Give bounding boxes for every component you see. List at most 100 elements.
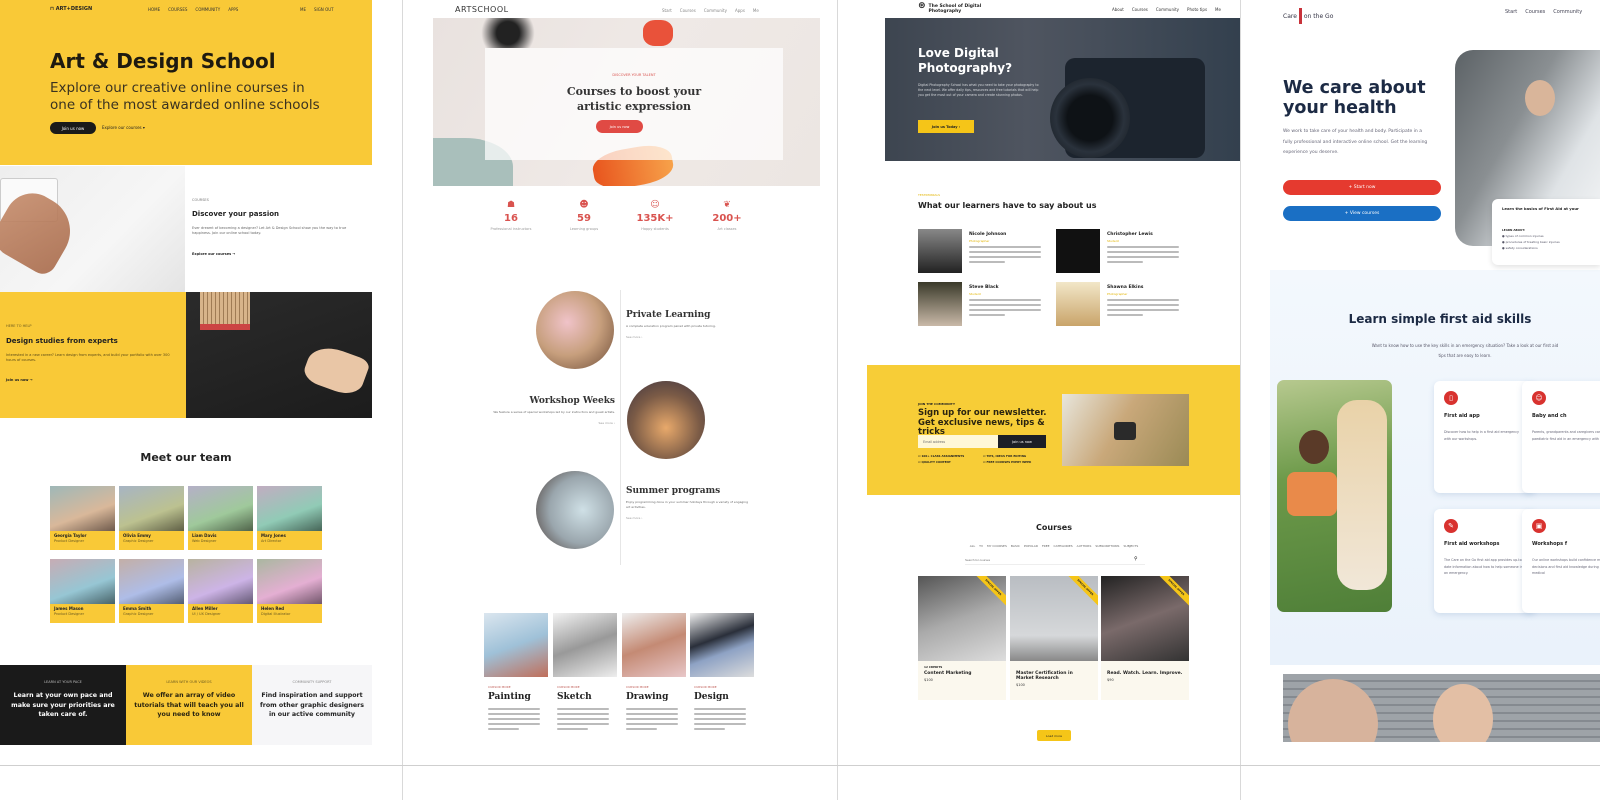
briefcase-icon: ▣ (1532, 519, 1546, 533)
filter-tab[interactable]: CATEGORIES (1054, 544, 1073, 548)
team-card[interactable]: Mary Jones Art Director (257, 486, 322, 550)
logo[interactable]: Care on the Go (1283, 8, 1333, 24)
join-button[interactable]: Join us now (596, 120, 643, 133)
stat-label: Professional instructors (490, 227, 532, 231)
first-aid-card[interactable]: ▯ First aid app Discover how to help in a … (1434, 381, 1536, 493)
timeline-line (620, 290, 621, 565)
course-title: Master Certification in Market Research (1016, 671, 1073, 681)
team-photo (188, 486, 253, 531)
see-more-link[interactable]: See more › (490, 421, 615, 425)
first-aid-card[interactable]: ☺ Baby and ch Parents, grandparents and ca… (1522, 381, 1600, 493)
team-card[interactable]: Allen Miller UI / UX Designer (188, 559, 253, 623)
course-title: Painting (488, 692, 531, 702)
nav-home[interactable]: HOME (148, 7, 160, 12)
explore-courses-link[interactable]: Explore our courses ▾ (102, 125, 145, 130)
feature-text: Find inspiration and support from other … (259, 692, 365, 718)
course-card[interactable]: SPECIAL OFFER Read. Watch. Learn. Improve… (1101, 576, 1189, 700)
testimonials-title: What our learners have to say about us (918, 201, 1097, 210)
group-icon: ☻ (579, 200, 589, 210)
filter-tab[interactable]: SUBJECTS (1123, 544, 1138, 548)
hero-title: Art & Design School (50, 49, 276, 73)
newsletter-eyebrow: JOIN THE COMMUNITY (918, 402, 955, 406)
join-newsletter-button[interactable]: Join us now (998, 435, 1046, 448)
nav-start[interactable]: Start (1505, 9, 1517, 15)
nav-courses[interactable]: Courses (1132, 7, 1148, 12)
nav-courses[interactable]: Courses (680, 8, 696, 13)
team-card[interactable]: Emma Smith Graphic Designer (119, 559, 184, 623)
team-name: Allen Miller (192, 606, 218, 611)
see-more-link[interactable]: See more › (626, 335, 751, 339)
nav-courses[interactable]: COURSES (168, 7, 187, 12)
feature-eyebrow: LEARN WITH OUR VIDEOS (166, 680, 212, 684)
nav-community[interactable]: COMMUNITY (195, 7, 220, 12)
nav-sign-out[interactable]: SIGN OUT (314, 7, 334, 12)
first-aid-card[interactable]: ▣ Workshops f Our online workshops build c… (1522, 509, 1600, 613)
baby-icon: ☺ (1532, 391, 1546, 405)
explore-link[interactable]: Explore our courses → (192, 252, 235, 256)
feature-text: We offer an array of video tutorials tha… (134, 692, 244, 718)
filter-tab[interactable]: SUBSCRIPTIONS (1095, 544, 1119, 548)
team-card[interactable]: James Mason Product Designer (50, 559, 115, 623)
pencils (200, 292, 250, 330)
nav-community[interactable]: Community (704, 8, 727, 13)
view-courses-button[interactable]: + View courses (1283, 206, 1441, 221)
see-more-link[interactable]: See more › (626, 516, 751, 520)
course-card[interactable]: CURSOR MORE Sketch (553, 613, 617, 736)
join-today-button[interactable]: Join us Today › (918, 120, 974, 133)
course-card[interactable]: SPECIAL OFFER Master Certification in Mar… (1010, 576, 1098, 700)
filter-tab[interactable]: POPULAR (1024, 544, 1038, 548)
nav-apps[interactable]: APPS (228, 7, 238, 12)
nav-community[interactable]: Community (1553, 9, 1582, 15)
nav-start[interactable]: Start (662, 8, 672, 13)
paint-splash (643, 20, 673, 46)
people-photo (1283, 674, 1600, 742)
nav-me[interactable]: Me (1215, 7, 1221, 12)
logo[interactable]: ARTSCHOOL (455, 5, 509, 14)
team-card[interactable]: Liam Davis Web Designer (188, 486, 253, 550)
start-now-button[interactable]: + Start now (1283, 180, 1441, 195)
team-role: Graphic Designer (123, 539, 154, 543)
team-card[interactable]: Olivia Emmy Graphic Designer (119, 486, 184, 550)
first-aid-card[interactable]: ✎ First aid workshops The Care on the Go f… (1434, 509, 1536, 613)
course-card[interactable]: CURSOR MORE Painting (484, 613, 548, 736)
hero-title: Love Digital Photography? (918, 46, 1013, 75)
feature-block: LEARN WITH OUR VIDEOS We offer an array o… (132, 680, 246, 720)
ink-splash (473, 18, 543, 48)
nav-community[interactable]: Community (1156, 7, 1179, 12)
team-card[interactable]: Helen Red Digital Illustrator (257, 559, 322, 623)
team-name: James Mason (54, 606, 84, 611)
filter-tab[interactable]: FREE (1042, 544, 1050, 548)
course-image (690, 613, 754, 677)
nav-me[interactable]: ME (300, 7, 306, 12)
logo[interactable]: ⊓ ART+DESIGN (50, 6, 92, 12)
course-card[interactable]: CURSOR MORE Design (690, 613, 754, 736)
course-image: SPECIAL OFFER (918, 576, 1006, 661)
nav-apps[interactable]: Apps (735, 8, 745, 13)
child-shirt (1287, 472, 1337, 516)
course-card[interactable]: CURSOR MORE Drawing (622, 613, 686, 736)
divider (1240, 0, 1241, 800)
email-input[interactable] (918, 435, 998, 448)
filter-tab[interactable]: AUTHORS (1077, 544, 1092, 548)
filter-tab[interactable]: BASIC (1011, 544, 1020, 548)
course-card[interactable]: SPECIAL OFFER 12 CREDITS Content Marketing… (918, 576, 1006, 700)
info-card-label: LEARN ABOUT: (1502, 228, 1526, 232)
load-more-button[interactable]: Load more (1037, 730, 1071, 741)
program: Private Learning A complete education pro… (626, 310, 751, 339)
filter-tab[interactable]: ALL (970, 544, 975, 548)
join-button[interactable]: Join us now (50, 122, 96, 134)
team-role: Graphic Designer (123, 612, 154, 616)
keyboard-photo (0, 166, 185, 292)
filter-tab[interactable]: TV (979, 544, 983, 548)
course-search-input[interactable] (965, 556, 1145, 565)
nav-me[interactable]: Me (753, 8, 759, 13)
nav-courses[interactable]: Courses (1525, 9, 1545, 15)
search-icon[interactable]: ⚲ (1134, 556, 1138, 562)
logo[interactable]: ⊛ The School of Digital Photography (918, 2, 988, 15)
nav-photo-tips[interactable]: Photo tips (1187, 7, 1207, 12)
filter-tab[interactable]: MY COURSES (987, 544, 1007, 548)
nav-about[interactable]: About (1112, 7, 1124, 12)
learner-role: Student (969, 292, 981, 296)
team-card[interactable]: Georgia Taylor Product Designer (50, 486, 115, 550)
join-link[interactable]: Join us now → (6, 378, 33, 382)
